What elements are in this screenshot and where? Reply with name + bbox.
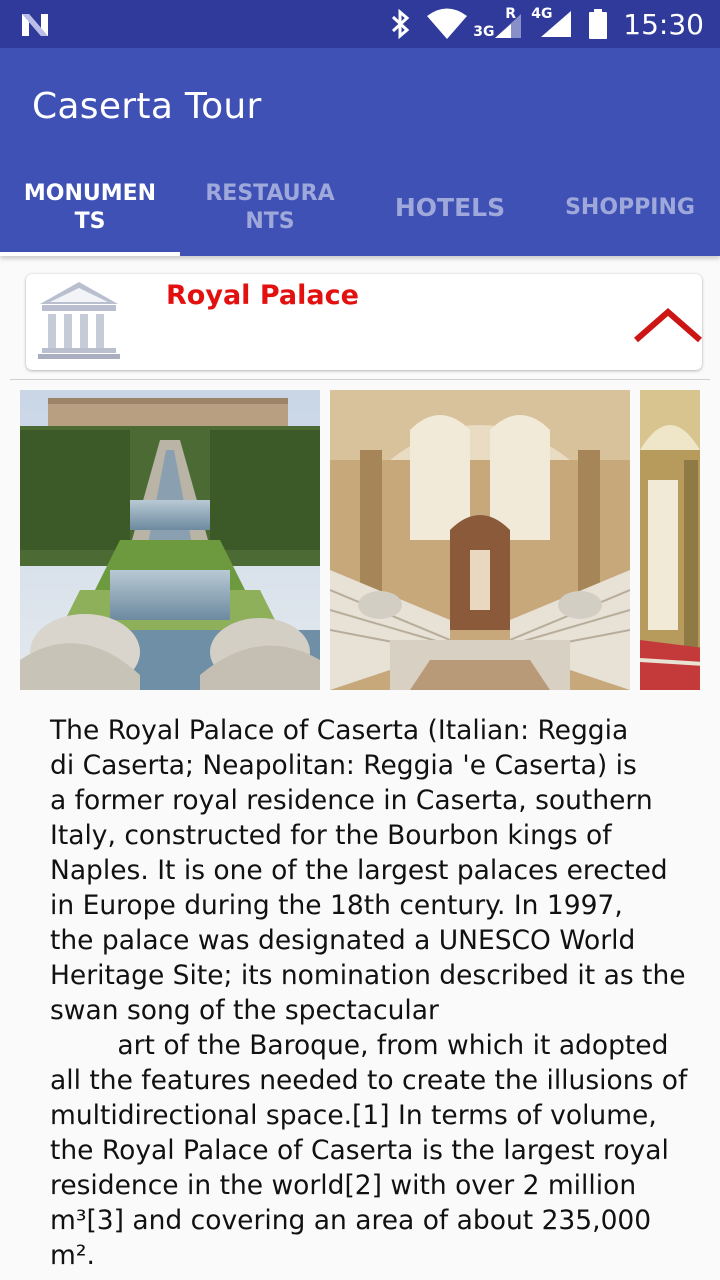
tab-shopping[interactable]: SHOPPING [540, 160, 720, 256]
divider [10, 379, 710, 380]
palace-hall-photo[interactable] [640, 390, 700, 690]
palace-gardens-photo[interactable] [20, 390, 320, 690]
grand-staircase-photo[interactable] [330, 390, 630, 690]
tab-hotels[interactable]: HOTELS [360, 160, 540, 256]
network-3g-label: 3G [473, 24, 495, 40]
monument-description: The Royal Palace of Caserta (Italian: Re… [50, 715, 688, 1271]
card-title: Royal Palace [166, 280, 359, 311]
app-title: Caserta Tour [32, 86, 262, 127]
battery-icon [589, 9, 608, 39]
monument-card[interactable]: Royal Palace [26, 274, 702, 370]
status-bar: 3G R 4G 15:30 [0, 0, 720, 48]
tab-bar: MONUMENTS RESTAURANTS HOTELS SHOPPING [0, 160, 720, 256]
monument-icon [38, 282, 120, 359]
photo-gallery[interactable] [20, 390, 700, 690]
wifi-icon [427, 8, 468, 39]
app-bar: Caserta Tour [0, 48, 720, 160]
bluetooth-icon [392, 8, 410, 40]
signal-4g-icon: 4G [531, 0, 577, 48]
chevron-up-icon[interactable] [632, 304, 702, 344]
tab-restaurants[interactable]: RESTAURANTS [180, 160, 360, 256]
signal-3g-icon: 3G R [473, 0, 523, 48]
n-logo-icon [22, 14, 48, 36]
tab-monuments[interactable]: MONUMENTS [0, 160, 180, 256]
clock: 15:30 [623, 7, 704, 41]
